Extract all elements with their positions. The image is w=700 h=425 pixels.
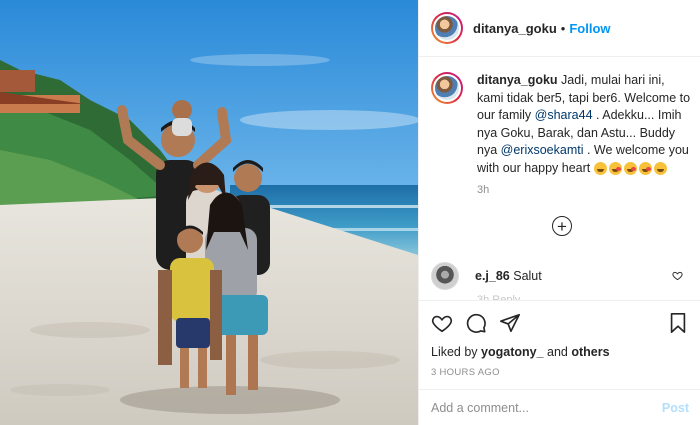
commenter-username[interactable]: e.j_86 — [475, 269, 510, 283]
caption-username[interactable]: ditanya_goku — [477, 73, 558, 87]
liked-by-user[interactable]: yogatony_ — [481, 345, 544, 359]
like-heart-icon[interactable] — [431, 312, 453, 334]
follow-button[interactable]: Follow — [569, 21, 610, 36]
post-comment-button[interactable]: Post — [662, 401, 689, 415]
caption-timestamp[interactable]: 3h — [477, 184, 489, 196]
add-comment-bar: Post — [419, 389, 700, 425]
plus-icon: + — [557, 216, 567, 236]
post-photo[interactable] — [0, 0, 418, 425]
post-timestamp[interactable]: 3 HOURS AGO — [431, 367, 689, 378]
mention-link[interactable]: @shara44 — [535, 108, 593, 122]
like-comment-heart-icon[interactable] — [672, 270, 683, 281]
face-blowing-kiss-icon — [623, 161, 637, 175]
grinning-squinting-face-icon — [653, 161, 667, 175]
likes-others-link[interactable]: others — [571, 345, 609, 359]
caption-emojis — [593, 161, 667, 175]
family-beach-photo — [0, 0, 418, 425]
face-blowing-kiss-icon — [638, 161, 652, 175]
caption-text: ditanya_goku Jadi, mulai hari ini, kami … — [477, 72, 693, 177]
comment-text: e.j_86 Salut — [475, 269, 542, 283]
load-more-comments-button[interactable]: + — [552, 216, 572, 236]
author-avatar[interactable] — [431, 12, 463, 44]
author-username[interactable]: ditanya_goku — [473, 21, 557, 36]
likes-middle: and — [543, 345, 572, 359]
post-details-panel: ditanya_goku • Follow ditanya_goku Jadi,… — [418, 0, 700, 425]
comment-bubble-icon[interactable] — [465, 312, 487, 334]
save-bookmark-icon[interactable] — [667, 312, 689, 334]
action-bar — [431, 311, 689, 335]
likes-summary: Liked by yogatony_ and others — [431, 345, 689, 359]
post-caption: ditanya_goku Jadi, mulai hari ini, kami … — [431, 72, 693, 177]
caption-avatar[interactable] — [431, 72, 463, 104]
smiling-face-icon — [593, 161, 607, 175]
comment-item: e.j_86 Salut — [431, 262, 693, 290]
face-blowing-kiss-icon — [608, 161, 622, 175]
likes-prefix: Liked by — [431, 345, 482, 359]
mention-link[interactable]: @erixsoekamti — [501, 143, 584, 157]
share-paper-plane-icon[interactable] — [499, 312, 521, 334]
add-comment-input[interactable] — [431, 400, 662, 415]
commenter-avatar[interactable] — [431, 262, 459, 290]
post-header: ditanya_goku • Follow — [419, 0, 700, 57]
comment-body: Salut — [509, 269, 542, 283]
separator-dot: • — [560, 20, 566, 36]
